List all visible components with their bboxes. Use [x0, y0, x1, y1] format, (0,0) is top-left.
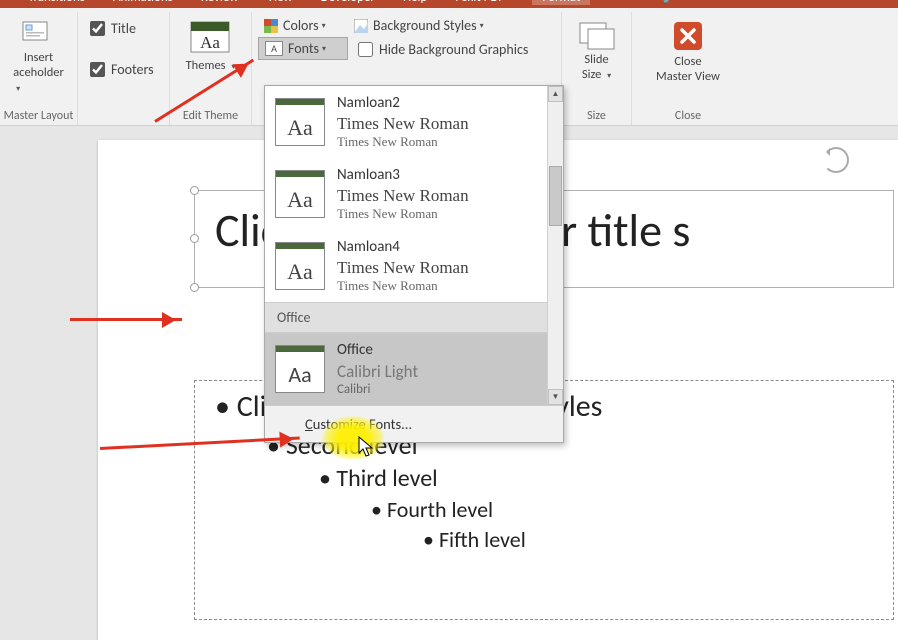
scroll-down-button[interactable]: ▼	[548, 389, 563, 405]
tab-animations[interactable]: Animations	[113, 0, 173, 5]
insert-placeholder-button[interactable]: Insert aceholder ▾	[7, 14, 70, 99]
svg-text:Aa: Aa	[201, 33, 221, 52]
themes-icon: Aa	[189, 18, 231, 58]
annotation-arrow	[70, 318, 182, 321]
tab-developer[interactable]: Developer	[321, 0, 375, 5]
fonts-dropdown[interactable]: A Fonts▾	[258, 37, 348, 60]
themes-button[interactable]: Aa Themes ▾	[180, 14, 242, 77]
footers-checkbox-input[interactable]	[90, 62, 105, 77]
tab-transitions[interactable]: Transitions	[28, 0, 85, 5]
group-size: Size	[562, 109, 631, 123]
tab-format[interactable]: Format	[532, 0, 590, 5]
hide-background-checkbox-input[interactable]	[358, 42, 373, 57]
font-swatch-icon: Aa	[275, 170, 325, 218]
slide-size-button[interactable]: Slide Size ▾	[571, 14, 623, 86]
tab-review[interactable]: Review	[201, 0, 239, 5]
list-item: Fourth level	[371, 495, 873, 525]
font-theme-item[interactable]: Aa Namloan4 Times New Roman Times New Ro…	[265, 230, 563, 302]
scroll-up-button[interactable]: ▲	[548, 86, 563, 102]
resize-handle[interactable]	[190, 283, 199, 292]
slide-size-icon	[577, 18, 617, 52]
tab-help[interactable]: Help	[403, 0, 427, 5]
title-checkbox[interactable]: Title	[86, 18, 136, 39]
scroll-thumb[interactable]	[549, 166, 562, 226]
colors-icon	[264, 19, 278, 33]
font-swatch-icon: Aa	[275, 98, 325, 146]
group-close: Close	[632, 109, 744, 123]
customize-fonts-item[interactable]: Customize Fonts...	[265, 405, 563, 442]
resize-handle[interactable]	[190, 234, 199, 243]
font-swatch-icon: Aa	[275, 345, 325, 393]
close-master-view-button[interactable]: Close Master View	[650, 14, 726, 88]
font-theme-item-office[interactable]: Aa Office Calibri Light Calibri	[265, 333, 563, 405]
font-menu-section: Office	[265, 302, 563, 333]
font-theme-item[interactable]: Aa Namloan2 Times New Roman Times New Ro…	[265, 86, 563, 158]
font-swatch-icon: Aa	[275, 242, 325, 290]
scrollbar[interactable]: ▲ ▼	[547, 86, 563, 405]
tab-view[interactable]: View	[267, 0, 293, 5]
font-theme-item[interactable]: Aa Namloan3 Times New Roman Times New Ro…	[265, 158, 563, 230]
title-checkbox-input[interactable]	[90, 21, 105, 36]
list-item: Fifth level	[423, 525, 873, 555]
colors-dropdown[interactable]: Colors▾	[258, 15, 348, 36]
fonts-icon: A	[265, 41, 283, 56]
hide-background-checkbox[interactable]: Hide Background Graphics	[348, 37, 553, 62]
placeholder-icon	[22, 18, 56, 50]
tell-me-search[interactable]: 💡 Tell me what y	[658, 0, 781, 5]
footers-checkbox[interactable]: Footers	[86, 59, 154, 80]
group-master-layout: Master Layout	[0, 109, 77, 123]
resize-handle[interactable]	[190, 186, 199, 195]
close-icon	[670, 18, 706, 54]
group-edit-theme: Edit Theme	[170, 109, 251, 123]
tab-foxit[interactable]: Foxit PDF	[455, 0, 504, 5]
fonts-menu: Aa Namloan2 Times New Roman Times New Ro…	[264, 85, 564, 443]
rotate-handle-icon[interactable]	[823, 147, 849, 173]
background-styles-dropdown[interactable]: Background Styles▾	[348, 15, 553, 36]
list-item: Third level	[319, 463, 873, 495]
background-styles-icon	[354, 19, 368, 33]
ribbon-tabs: Transitions Animations Review View Devel…	[0, 0, 898, 8]
